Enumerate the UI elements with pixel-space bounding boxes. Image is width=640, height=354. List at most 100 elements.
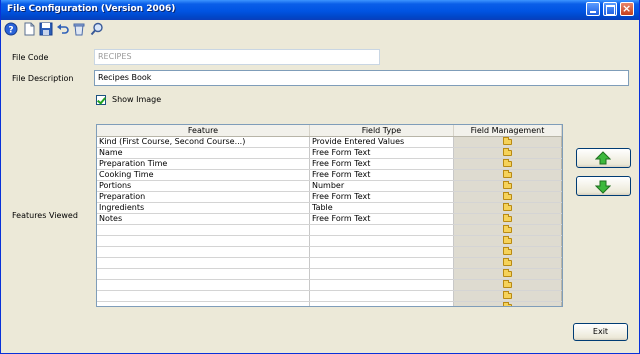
move-down-button[interactable] — [576, 176, 631, 196]
table-row[interactable]: Cooking Time Free Form Text — [97, 170, 562, 181]
search-icon[interactable] — [90, 22, 104, 36]
field-management-button[interactable] — [454, 192, 562, 202]
title-bar[interactable]: File Configuration (Version 2006) × — [1, 0, 639, 20]
svg-text:?: ? — [8, 26, 13, 36]
folder-icon — [503, 203, 512, 211]
maximize-button[interactable] — [603, 2, 617, 16]
field-type-cell[interactable] — [310, 225, 454, 235]
field-type-cell[interactable] — [310, 258, 454, 268]
feature-cell[interactable] — [97, 280, 310, 290]
folder-icon — [503, 280, 512, 288]
file-description-field[interactable]: Recipes Book — [94, 70, 629, 86]
close-button[interactable]: × — [620, 2, 634, 16]
column-header-field-type[interactable]: Field Type — [310, 125, 454, 136]
feature-cell[interactable] — [97, 258, 310, 268]
feature-cell[interactable] — [97, 247, 310, 257]
field-management-button[interactable] — [454, 137, 562, 147]
table-row[interactable]: Portions Number — [97, 181, 562, 192]
field-management-button[interactable] — [454, 291, 562, 301]
table-row[interactable]: Notes Free Form Text — [97, 214, 562, 225]
feature-cell[interactable] — [97, 225, 310, 235]
window-title: File Configuration (Version 2006) — [7, 4, 176, 14]
field-management-button[interactable] — [454, 181, 562, 191]
field-type-cell[interactable] — [310, 247, 454, 257]
help-icon[interactable]: ? — [4, 22, 18, 36]
folder-icon — [503, 137, 512, 145]
field-type-cell[interactable]: Provide Entered Values — [310, 137, 454, 147]
field-type-cell[interactable]: Free Form Text — [310, 192, 454, 202]
folder-icon — [503, 269, 512, 277]
feature-cell[interactable]: Portions — [97, 181, 310, 191]
field-type-cell[interactable] — [310, 291, 454, 301]
folder-icon — [503, 291, 512, 299]
table-row[interactable] — [97, 291, 562, 302]
field-type-cell[interactable] — [310, 269, 454, 279]
minimize-icon — [590, 11, 596, 13]
table-row[interactable] — [97, 302, 562, 306]
field-management-button[interactable] — [454, 280, 562, 290]
table-row[interactable] — [97, 258, 562, 269]
table-row[interactable]: Kind (First Course, Second Course...) Pro… — [97, 137, 562, 148]
features-grid: Feature Field Type Field Management Kind… — [96, 124, 563, 307]
column-header-field-management[interactable]: Field Management — [454, 125, 562, 136]
field-management-button[interactable] — [454, 203, 562, 213]
show-image-checkbox[interactable] — [96, 95, 106, 105]
folder-icon — [503, 236, 512, 244]
feature-cell[interactable]: Notes — [97, 214, 310, 224]
close-icon: × — [622, 2, 632, 15]
field-management-button[interactable] — [454, 236, 562, 246]
field-management-button[interactable] — [454, 148, 562, 158]
file-code-field[interactable]: RECIPES — [94, 49, 380, 65]
field-type-cell[interactable]: Free Form Text — [310, 159, 454, 169]
table-row[interactable]: Name Free Form Text — [97, 148, 562, 159]
feature-cell[interactable]: Preparation — [97, 192, 310, 202]
folder-icon — [503, 214, 512, 222]
feature-cell[interactable]: Preparation Time — [97, 159, 310, 169]
new-document-icon[interactable] — [22, 22, 36, 36]
move-up-button[interactable] — [576, 148, 631, 168]
field-type-cell[interactable] — [310, 302, 454, 306]
table-row[interactable]: Preparation Time Free Form Text — [97, 159, 562, 170]
field-type-cell[interactable]: Table — [310, 203, 454, 213]
field-management-button[interactable] — [454, 269, 562, 279]
feature-cell[interactable] — [97, 269, 310, 279]
table-row[interactable] — [97, 280, 562, 291]
table-row[interactable] — [97, 269, 562, 280]
folder-icon — [503, 247, 512, 255]
field-management-button[interactable] — [454, 302, 562, 306]
minimize-button[interactable] — [586, 2, 600, 16]
feature-cell[interactable] — [97, 302, 310, 306]
table-row[interactable] — [97, 236, 562, 247]
field-type-cell[interactable]: Number — [310, 181, 454, 191]
table-row[interactable] — [97, 247, 562, 258]
undo-icon[interactable] — [56, 22, 70, 36]
feature-cell[interactable] — [97, 236, 310, 246]
folder-icon — [503, 181, 512, 189]
save-icon[interactable] — [39, 22, 53, 36]
field-type-cell[interactable] — [310, 236, 454, 246]
feature-cell[interactable] — [97, 291, 310, 301]
feature-cell[interactable]: Ingredients — [97, 203, 310, 213]
folder-icon — [503, 258, 512, 266]
field-type-cell[interactable]: Free Form Text — [310, 148, 454, 158]
feature-cell[interactable]: Cooking Time — [97, 170, 310, 180]
field-type-cell[interactable]: Free Form Text — [310, 214, 454, 224]
table-row[interactable]: Preparation Free Form Text — [97, 192, 562, 203]
folder-icon — [503, 148, 512, 156]
field-management-button[interactable] — [454, 159, 562, 169]
field-type-cell[interactable] — [310, 280, 454, 290]
field-management-button[interactable] — [454, 258, 562, 268]
feature-cell[interactable]: Kind (First Course, Second Course...) — [97, 137, 310, 147]
field-management-button[interactable] — [454, 247, 562, 257]
field-management-button[interactable] — [454, 170, 562, 180]
field-management-button[interactable] — [454, 225, 562, 235]
field-type-cell[interactable]: Free Form Text — [310, 170, 454, 180]
folder-icon — [503, 225, 512, 233]
exit-button[interactable]: Exit — [573, 323, 628, 341]
delete-icon[interactable] — [72, 22, 86, 36]
column-header-feature[interactable]: Feature — [97, 125, 310, 136]
table-row[interactable] — [97, 225, 562, 236]
feature-cell[interactable]: Name — [97, 148, 310, 158]
field-management-button[interactable] — [454, 214, 562, 224]
table-row[interactable]: Ingredients Table — [97, 203, 562, 214]
